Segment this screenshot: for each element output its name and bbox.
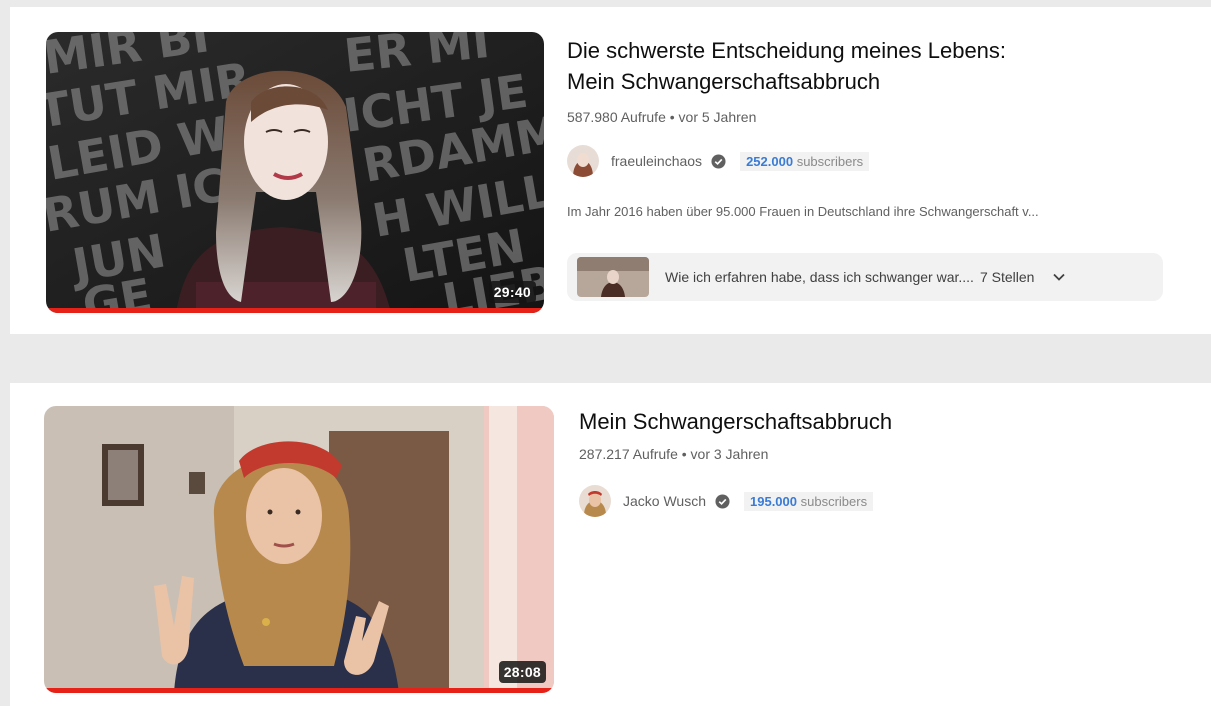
chapter-count: 7 Stellen	[979, 269, 1035, 285]
verified-check-icon	[711, 153, 726, 169]
watch-progress-bar	[46, 308, 544, 313]
subscriber-count: 195.000 subscribers	[744, 491, 874, 511]
thumbnail-image	[44, 406, 554, 693]
thumbnail-image: MIR BI ER MI TUT MIR ICHT JE LEID W RDAM…	[46, 32, 544, 313]
subscriber-number: 252.000	[746, 153, 794, 169]
video-result-2[interactable]: 28:08 Mein Schwangerschaftsabbruch 287.2…	[10, 383, 1211, 706]
chevron-down-icon[interactable]	[1050, 268, 1068, 286]
subscriber-number: 195.000	[750, 493, 797, 509]
video-title[interactable]: Mein Schwangerschaftsabbruch	[579, 406, 1139, 437]
subscriber-label: subscribers	[796, 153, 864, 169]
channel-name[interactable]: Jacko Wusch	[623, 493, 706, 509]
channel-avatar[interactable]	[567, 145, 599, 177]
subscriber-count: 252.000 subscribers	[740, 151, 870, 171]
chapter-thumbnail	[577, 257, 649, 297]
watch-progress-bar	[44, 688, 554, 693]
verified-check-icon	[715, 493, 730, 509]
video-duration: 28:08	[498, 661, 546, 683]
video-title-line-1[interactable]: Die schwerste Entscheidung meines Lebens…	[567, 38, 1006, 63]
video-title[interactable]: Die schwerste Entscheidung meines Lebens…	[567, 35, 1127, 97]
video-title-line-2[interactable]: Mein Schwangerschaftsabbruch	[567, 69, 880, 94]
video-result-1[interactable]: MIR BI ER MI TUT MIR ICHT JE LEID W RDAM…	[10, 7, 1211, 334]
video-meta: 587.980 Aufrufe • vor 5 Jahren	[567, 109, 757, 125]
channel-name[interactable]: fraeuleinchaos	[611, 153, 702, 169]
channel-avatar[interactable]	[579, 485, 611, 517]
chapter-title: Wie ich erfahren habe, dass ich schwange…	[665, 269, 974, 285]
channel-info[interactable]: fraeuleinchaos 252.000 subscribers	[567, 145, 870, 177]
subscriber-label: subscribers	[800, 493, 868, 509]
video-thumbnail[interactable]: 28:08	[44, 406, 554, 693]
video-duration: 29:40	[488, 281, 536, 303]
channel-info[interactable]: Jacko Wusch 195.000 subscribers	[579, 485, 874, 517]
video-meta: 287.217 Aufrufe • vor 3 Jahren	[579, 446, 769, 462]
chapters-button[interactable]: Wie ich erfahren habe, dass ich schwange…	[567, 253, 1163, 301]
video-thumbnail[interactable]: MIR BI ER MI TUT MIR ICHT JE LEID W RDAM…	[46, 32, 544, 313]
video-description: Im Jahr 2016 haben über 95.000 Frauen in…	[567, 204, 1039, 219]
